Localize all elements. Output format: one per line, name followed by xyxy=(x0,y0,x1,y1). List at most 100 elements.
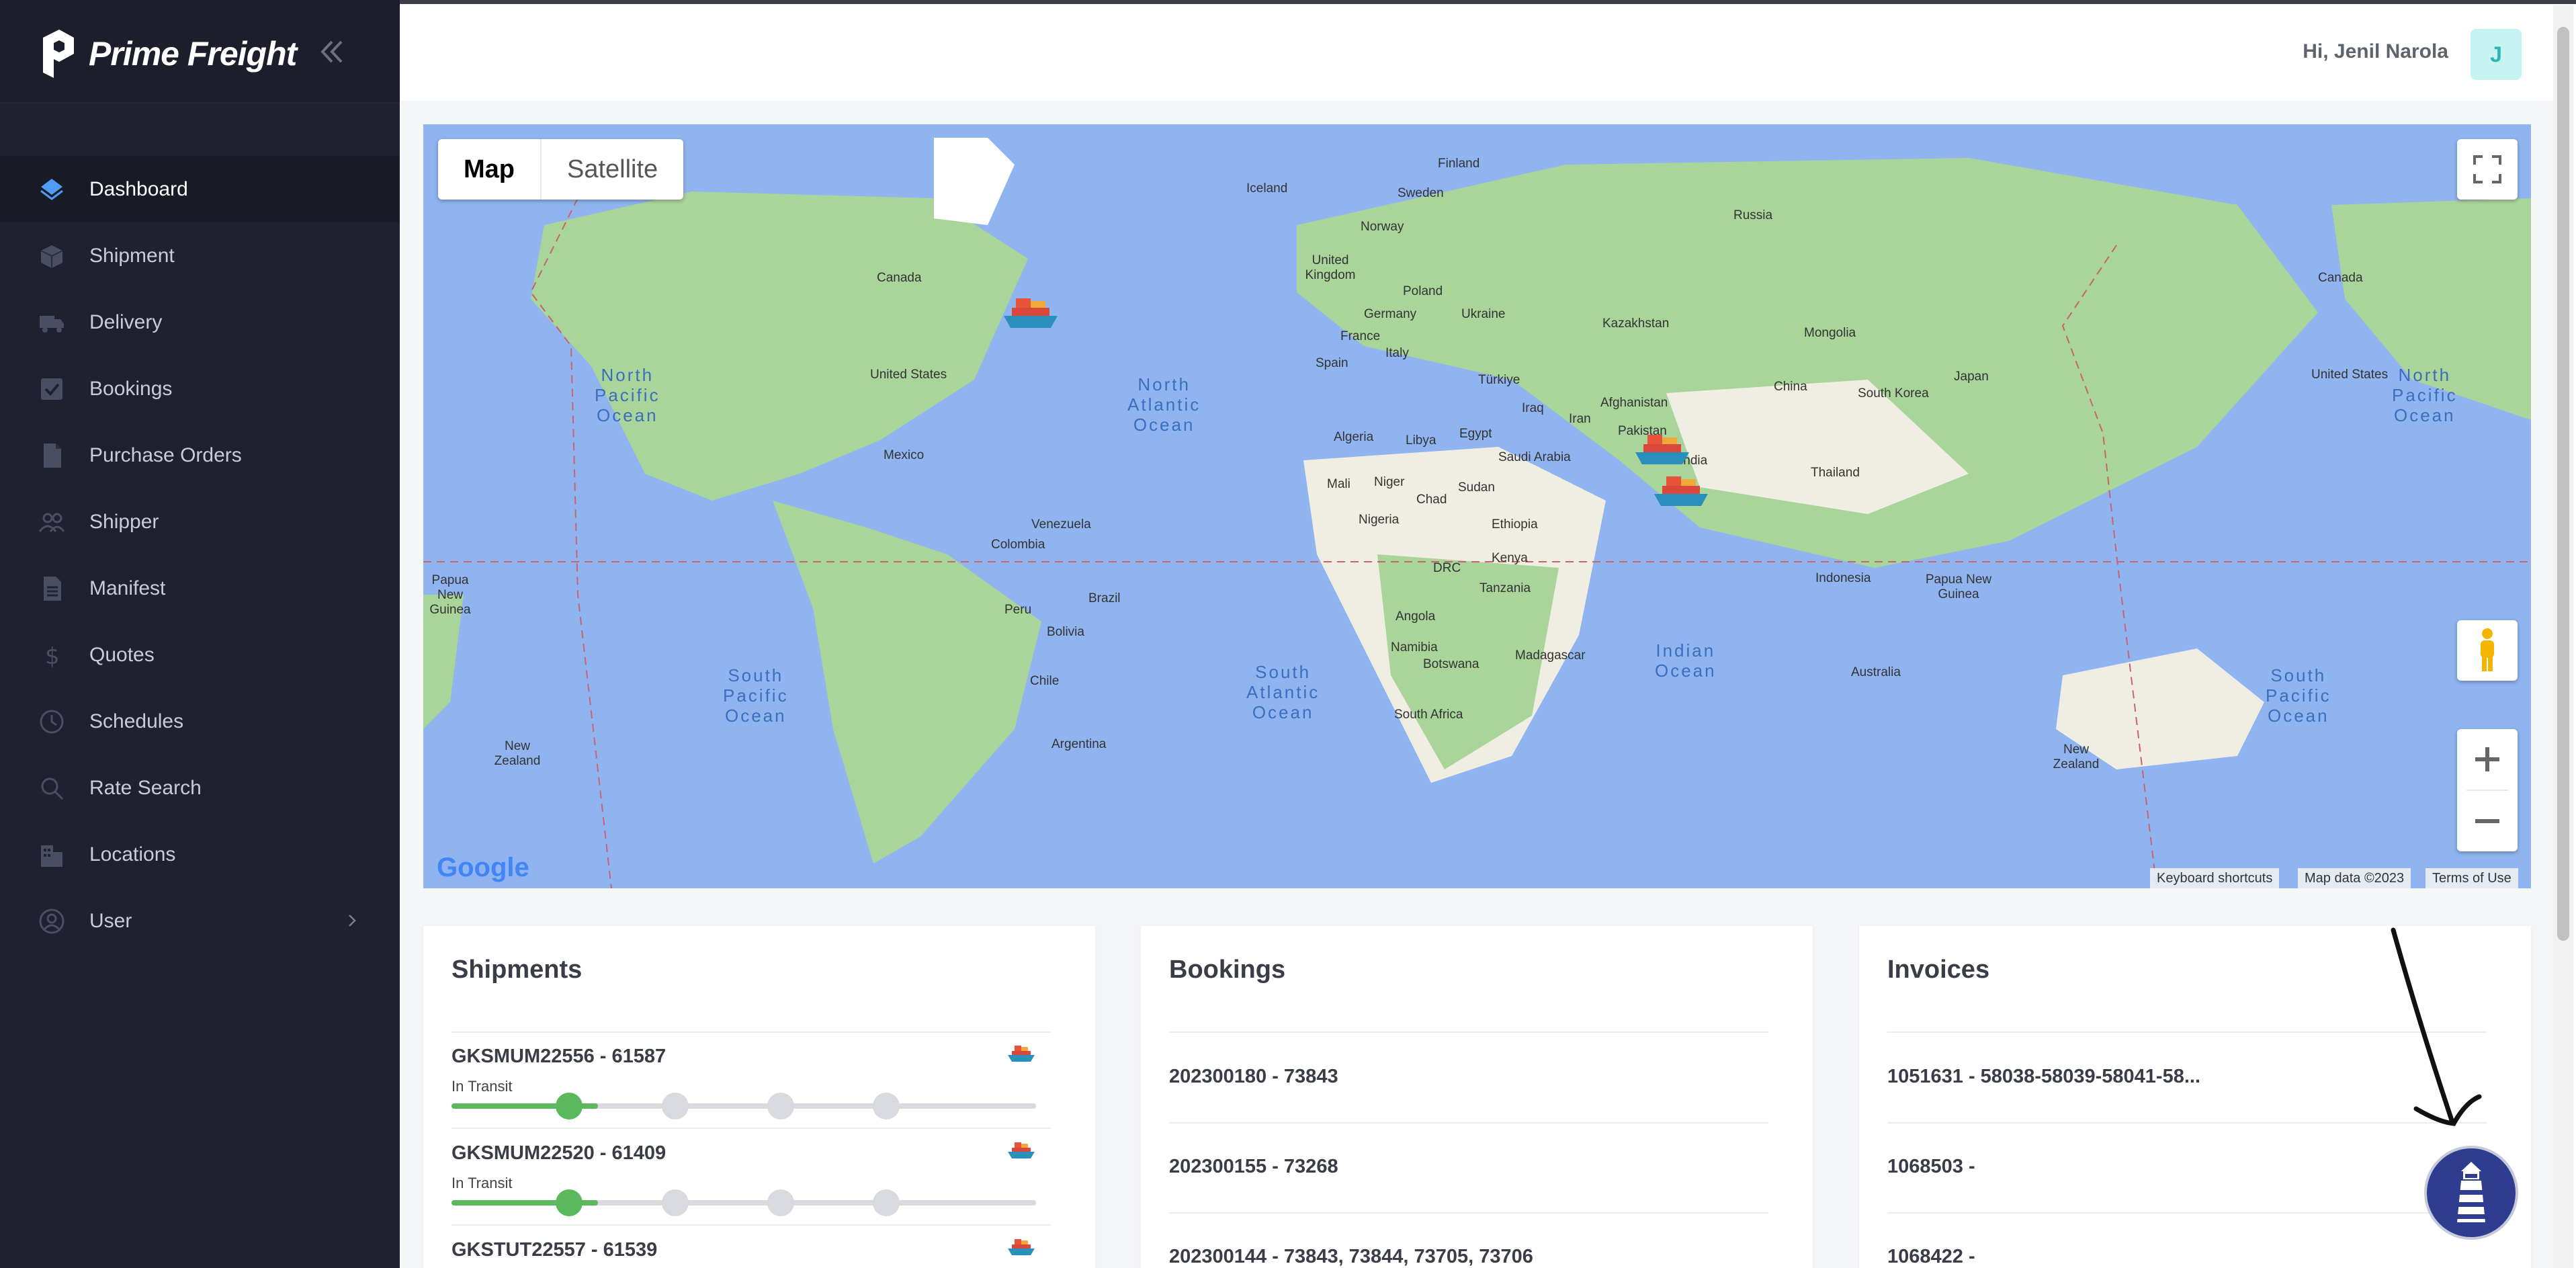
map-label: Japan xyxy=(1954,370,1989,384)
terms-of-use-link[interactable]: Terms of Use xyxy=(2425,868,2518,888)
progress-step[interactable] xyxy=(662,1093,689,1119)
invoice-item[interactable]: 1068503 - xyxy=(1887,1156,1975,1178)
booking-item[interactable]: 202300180 - 73843 xyxy=(1169,1066,1338,1088)
card-title: Bookings xyxy=(1169,956,1286,984)
map-type-satellite-button[interactable]: Satellite xyxy=(542,139,683,200)
zoom-out-button[interactable] xyxy=(2457,791,2518,851)
lighthouse-icon xyxy=(2456,1162,2486,1222)
ship-marker-icon[interactable] xyxy=(1651,474,1711,509)
map-label: Iceland xyxy=(1246,181,1288,196)
progress-step[interactable] xyxy=(556,1189,583,1216)
progress-step[interactable] xyxy=(767,1093,794,1119)
ship-icon xyxy=(1008,1239,1035,1255)
scrollbar-thumb[interactable] xyxy=(2557,27,2569,941)
sidebar-item-purchase-orders[interactable]: Purchase Orders xyxy=(0,422,400,489)
ocean-label: South Pacific Ocean xyxy=(2266,665,2331,726)
fullscreen-button[interactable] xyxy=(2457,139,2518,200)
sidebar-item-quotes[interactable]: $ Quotes xyxy=(0,622,400,688)
map-label: Tanzania xyxy=(1479,581,1531,595)
sidebar-item-dashboard[interactable]: Dashboard xyxy=(0,156,400,222)
map-label: Papua New Guinea xyxy=(429,573,471,617)
sidebar-item-schedules[interactable]: Schedules xyxy=(0,688,400,755)
document-icon xyxy=(37,441,67,470)
map-label: Thailand xyxy=(1811,466,1860,480)
search-icon xyxy=(37,773,67,803)
ship-marker-icon[interactable] xyxy=(1001,296,1060,331)
map-label: Australia xyxy=(1851,665,1901,679)
ship-icon xyxy=(1008,1046,1035,1062)
sidebar-item-label: Locations xyxy=(89,843,176,865)
shipment-id[interactable]: GKSMUM22520 - 61409 xyxy=(452,1142,666,1165)
ocean-label: Indian Ocean xyxy=(1655,640,1717,681)
map-label: Norway xyxy=(1361,220,1404,234)
map-label: Saudi Arabia xyxy=(1498,450,1571,464)
map-label: Sweden xyxy=(1398,186,1444,200)
svg-text:$: $ xyxy=(45,643,60,669)
sidebar-item-locations[interactable]: Locations xyxy=(0,821,400,888)
invoice-item[interactable]: 1068422 - xyxy=(1887,1246,1975,1268)
app-name: Prime Freight xyxy=(89,35,297,73)
divider xyxy=(1887,1122,2487,1124)
sidebar-item-rate-search[interactable]: Rate Search xyxy=(0,755,400,821)
street-view-pegman[interactable] xyxy=(2457,620,2518,681)
collapse-sidebar-icon[interactable] xyxy=(316,35,349,69)
map-label: Namibia xyxy=(1391,640,1438,654)
map-data-attribution: Map data ©2023 xyxy=(2298,868,2411,888)
progress-step[interactable] xyxy=(873,1189,900,1216)
map-label: Botswana xyxy=(1423,657,1479,671)
map-label: Algeria xyxy=(1334,430,1374,444)
map-label: Germany xyxy=(1364,307,1417,321)
map-label: United States xyxy=(870,368,947,382)
progress-step[interactable] xyxy=(556,1093,583,1119)
zoom-in-button[interactable] xyxy=(2457,729,2518,790)
shipment-id[interactable]: GKSTUT22557 - 61539 xyxy=(452,1239,657,1261)
divider xyxy=(452,1224,1051,1226)
sidebar-item-label: Dashboard xyxy=(89,177,188,200)
invoice-item[interactable]: 1051631 - 58038-58039-58041-58... xyxy=(1887,1066,2200,1088)
sidebar-item-bookings[interactable]: Bookings xyxy=(0,355,400,422)
divider xyxy=(452,1031,1051,1033)
booking-item[interactable]: 202300155 - 73268 xyxy=(1169,1156,1338,1178)
progress-step[interactable] xyxy=(873,1093,900,1119)
map-type-map-button[interactable]: Map xyxy=(438,139,540,200)
google-logo[interactable]: Google xyxy=(437,853,529,883)
map-label: Russia xyxy=(1733,208,1773,222)
sidebar-item-shipper[interactable]: Shipper xyxy=(0,489,400,555)
map-label: France xyxy=(1340,329,1381,343)
card-title: Shipments xyxy=(452,956,583,984)
ocean-label: North Pacific Ocean xyxy=(2392,365,2458,425)
sidebar-nav: Dashboard Shipment Delivery Bookings Pur… xyxy=(0,156,400,954)
map-label: Sudan xyxy=(1458,480,1495,495)
divider xyxy=(1169,1031,1768,1033)
progress-step[interactable] xyxy=(767,1189,794,1216)
map-label: Chad xyxy=(1416,493,1447,507)
google-logo-text: Google xyxy=(437,853,529,882)
app-logo[interactable]: Prime Freight xyxy=(39,27,297,81)
keyboard-shortcuts-link[interactable]: Keyboard shortcuts xyxy=(2150,868,2280,888)
booking-item[interactable]: 202300144 - 73843, 73844, 73705, 73706 xyxy=(1169,1246,1533,1268)
shipment-status: In Transit xyxy=(452,1175,513,1191)
map-label: Mongolia xyxy=(1804,326,1856,340)
sidebar-item-label: Manifest xyxy=(89,577,166,599)
avatar[interactable]: J xyxy=(2471,29,2522,80)
shipment-status: In Transit xyxy=(452,1078,513,1095)
help-chat-button[interactable] xyxy=(2424,1146,2518,1240)
world-map[interactable]: Finland Sweden Norway Iceland Russia Uni… xyxy=(423,124,2531,888)
file-text-icon xyxy=(37,574,67,603)
map-label: Peru xyxy=(1004,603,1032,617)
map-label: Egypt xyxy=(1459,427,1492,441)
map-label: Chile xyxy=(1030,674,1060,688)
ocean-label: North Pacific Ocean xyxy=(595,365,660,425)
progress-step[interactable] xyxy=(662,1189,689,1216)
map-label: Brazil xyxy=(1088,591,1121,605)
shipment-progress-bar xyxy=(452,1093,1036,1119)
shipment-id[interactable]: GKSMUM22556 - 61587 xyxy=(452,1046,666,1068)
ship-marker-icon[interactable] xyxy=(1633,432,1692,467)
sidebar-item-user[interactable]: User xyxy=(0,888,400,954)
sidebar-item-manifest[interactable]: Manifest xyxy=(0,555,400,622)
sidebar-item-delivery[interactable]: Delivery xyxy=(0,289,400,355)
sidebar-item-label: Bookings xyxy=(89,377,173,400)
user-greeting: Hi, Jenil Narola xyxy=(2303,40,2448,62)
sidebar-item-label: Delivery xyxy=(89,310,163,333)
sidebar-item-shipment[interactable]: Shipment xyxy=(0,222,400,289)
